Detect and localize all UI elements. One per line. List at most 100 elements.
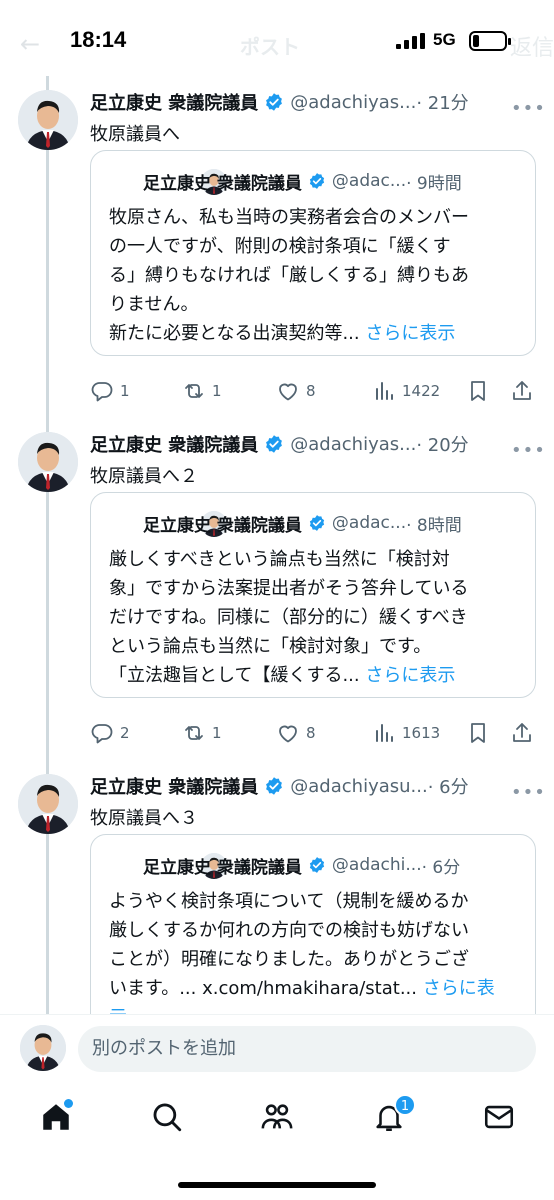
like-button[interactable]: 8: [276, 718, 316, 748]
share-button[interactable]: [510, 718, 540, 748]
quoted-text-line: ことが）明確になりました。ありがとうござ: [109, 949, 469, 970]
show-more-link[interactable]: さらに表示: [365, 665, 455, 686]
tweet-header: 足立康史 衆議院議員 @adachiyas... · 21分: [90, 88, 469, 116]
verified-badge-icon: [266, 93, 283, 111]
verified-badge-icon: [309, 515, 325, 531]
quoted-text-line: の一人ですが、附則の検討条項に「緩くす: [109, 236, 451, 257]
quoted-text-line: だけですね。同様に（部分的に）緩くすべき: [109, 607, 468, 628]
repost-button[interactable]: 1: [182, 376, 222, 406]
view-count: 1613: [402, 724, 441, 742]
views-icon: [376, 724, 393, 742]
composer-avatar[interactable]: [20, 1025, 66, 1071]
more-options-icon[interactable]: •••: [511, 440, 546, 461]
reply-count: 2: [120, 724, 130, 742]
quoted-text-line: 牧原さん、私も当時の実務者会合のメンバー: [109, 207, 469, 228]
bookmark-button[interactable]: [466, 718, 496, 748]
back-arrow-icon[interactable]: ←: [20, 30, 40, 58]
verified-badge-icon: [266, 435, 283, 453]
notifications-badge: 1: [394, 1094, 416, 1116]
tweet[interactable]: 足立康史 衆議院議員 @adachiyasu... · 6分 ••• 牧原議員へ…: [0, 760, 554, 1014]
post-time[interactable]: · 20分: [416, 431, 468, 457]
network-type: 5G: [433, 30, 456, 49]
quoted-post[interactable]: 足立康史 衆議院議員 @adac... · 8時間 厳しくすべきという論点も当然…: [90, 492, 536, 698]
verified-badge-icon: [309, 173, 325, 189]
add-post-input[interactable]: 別のポストを追加: [78, 1026, 536, 1072]
like-count: 8: [306, 724, 316, 742]
view-count: 1422: [402, 382, 441, 400]
quoted-author-handle: @adac...: [331, 513, 407, 533]
quoted-text: 牧原さん、私も当時の実務者会合のメンバー の一人ですが、附則の検討条項に「緩くす…: [109, 203, 521, 348]
quoted-text-line: 象」ですから法案提出者がそう答弁している: [109, 578, 469, 599]
reply-count: 1: [120, 382, 130, 400]
reply-button[interactable]: 1: [90, 376, 130, 406]
share-icon: [513, 381, 531, 400]
quoted-text-line: 厳しくするか何れの方向での検討も妨げない: [109, 920, 469, 941]
avatar[interactable]: [18, 90, 78, 150]
post-time[interactable]: · 6分: [428, 773, 469, 799]
author-name[interactable]: 足立康史 衆議院議員: [90, 431, 258, 457]
author-handle[interactable]: @adachiyasu...: [290, 776, 427, 797]
tweet-text: 牧原議員へ: [90, 124, 180, 145]
tweet[interactable]: 足立康史 衆議院議員 @adachiyas... · 21分 ••• 牧原議員へ…: [0, 76, 554, 420]
show-more-link[interactable]: さらに表: [423, 978, 495, 999]
views-button[interactable]: 1422: [372, 376, 440, 406]
show-more-link-wrap[interactable]: 示: [109, 1003, 521, 1014]
bookmark-button[interactable]: [466, 376, 496, 406]
nav-search[interactable]: [150, 1100, 184, 1134]
avatar[interactable]: [18, 432, 78, 492]
quoted-header: 足立康史 衆議院議員 @adac... · 8時間: [143, 509, 462, 537]
like-count: 8: [306, 382, 316, 400]
home-unread-dot: [64, 1099, 73, 1108]
like-icon: [279, 383, 297, 401]
avatar[interactable]: [18, 774, 78, 834]
more-options-icon[interactable]: •••: [511, 98, 546, 119]
repost-icon: [185, 726, 203, 740]
quoted-post[interactable]: 足立康史 衆議院議員 @adac... · 9時間 牧原さん、私も当時の実務者会…: [90, 150, 536, 356]
quoted-text-line: 「立法趣旨として【緩くする...: [109, 665, 366, 686]
quoted-text: 厳しくすべきという論点も当然に「検討対 象」ですから法案提出者がそう答弁している…: [109, 545, 521, 690]
quoted-text-line: りません。: [109, 294, 199, 315]
quoted-text-line: 新たに必要となる出演契約等...: [109, 323, 366, 344]
reply-button[interactable]: 2: [90, 718, 130, 748]
views-icon: [376, 382, 393, 400]
quoted-author-handle: @adac...: [331, 171, 407, 191]
bookmark-icon: [471, 381, 485, 401]
post-time[interactable]: · 21分: [416, 89, 468, 115]
author-handle[interactable]: @adachiyas...: [290, 434, 416, 455]
author-name[interactable]: 足立康史 衆議院議員: [90, 89, 258, 115]
repost-button[interactable]: 1: [182, 718, 222, 748]
quoted-post-time: · 6分: [421, 857, 461, 878]
bottom-nav: 1: [0, 1082, 554, 1200]
more-options-icon[interactable]: •••: [511, 782, 546, 803]
quoted-header: 足立康史 衆議院議員 @adac... · 9時間: [143, 167, 462, 195]
share-icon: [513, 723, 531, 742]
messages-icon: [484, 1105, 514, 1129]
quoted-post-time: · 8時間: [406, 515, 462, 536]
views-button[interactable]: 1613: [372, 718, 440, 748]
share-button[interactable]: [510, 376, 540, 406]
cellular-signal-icon: [396, 33, 425, 49]
quoted-header: 足立康史 衆議院議員 @adachi... · 6分: [143, 851, 460, 879]
communities-icon: [261, 1104, 293, 1129]
author-name[interactable]: 足立康史 衆議院議員: [90, 773, 258, 799]
page-title: ポスト: [240, 35, 300, 59]
tweet[interactable]: 足立康史 衆議院議員 @adachiyas... · 20分 ••• 牧原議員へ…: [0, 418, 554, 762]
show-more-link[interactable]: さらに表示: [365, 323, 455, 344]
status-time: 18:14: [70, 27, 127, 52]
nav-communities[interactable]: [260, 1100, 294, 1134]
quoted-post[interactable]: 足立康史 衆議院議員 @adachi... · 6分 ようやく検討条項について（…: [90, 834, 536, 1014]
verified-badge-icon: [309, 857, 325, 873]
quoted-author-name: 足立康史 衆議院議員: [143, 173, 302, 194]
nav-messages[interactable]: [482, 1100, 516, 1134]
tweet-header: 足立康史 衆議院議員 @adachiyasu... · 6分: [90, 772, 469, 800]
like-button[interactable]: 8: [276, 376, 316, 406]
reply-icon: [91, 724, 113, 744]
quoted-author-name: 足立康史 衆議院議員: [143, 515, 302, 536]
repost-icon: [185, 384, 203, 398]
quoted-text-line: という論点も当然に「検討対象」です。: [109, 636, 432, 657]
reply-header-label[interactable]: 返信: [510, 30, 554, 62]
status-bar: ← ポスト 返信 18:14 5G: [0, 0, 554, 80]
quoted-author-handle: @adachi...: [331, 855, 422, 875]
author-handle[interactable]: @adachiyas...: [290, 92, 416, 113]
quoted-text: ようやく検討条項について（規制を緩めるか 厳しくするか何れの方向での検討も妨げな…: [109, 887, 521, 1014]
